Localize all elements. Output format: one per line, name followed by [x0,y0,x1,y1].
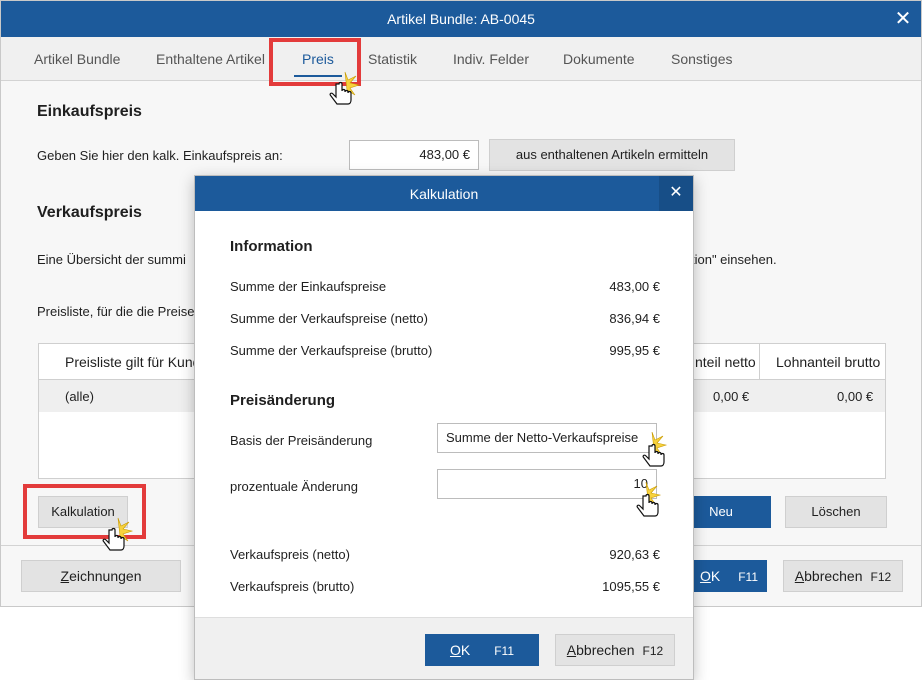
ok-label: K [710,568,721,584]
loeschen-button[interactable]: Löschen [785,496,887,528]
dialog-ok-mnemonic: O [449,642,461,658]
dialog-title: Kalkulation [409,186,479,202]
abbrechen-label: bbrechen [804,568,863,584]
window-titlebar: Artikel Bundle: AB-0045 ✕ [1,1,921,37]
verkaufspreis-heading: Verkaufspreis [37,204,142,221]
ermitteln-button[interactable]: aus enthaltenen Artikeln ermitteln [489,139,735,171]
ok-shortcut: F11 [738,570,759,584]
window-title: Artikel Bundle: AB-0045 [387,11,535,27]
tab-bar: Artikel Bundle Enthaltene Artikel Preis … [1,37,921,81]
information-heading: Information [230,238,313,255]
verkaufspreis-description-end: tion" einsehen. [691,252,777,267]
tab-sonstiges[interactable]: Sonstiges [671,51,732,67]
einkaufspreis-input[interactable]: 483,00 € [349,140,479,170]
zeichnungen-button[interactable]: Zeichnungen [21,560,181,592]
dialog-body: Information Summe der Einkaufspreise 483… [195,211,693,617]
verkaufspreis-brutto-value: 1095,55 € [602,579,660,594]
abbrechen-button[interactable]: Abbrechen F12 [783,560,903,592]
dialog-abbrechen-shortcut: F12 [642,644,664,658]
close-icon[interactable]: ✕ [659,176,693,211]
grid-header-lohnanteil-brutto[interactable]: Lohnanteil brutto [776,354,880,370]
abbrechen-mnemonic: A [794,568,805,584]
dialog-footer: OK F11 Abbrechen F12 [195,617,693,679]
tab-dokumente[interactable]: Dokumente [563,51,635,67]
preisliste-label: Preisliste, für die die Preise [37,304,195,319]
dialog-abbrechen-label: bbrechen [576,642,635,658]
verkaufspreis-brutto-label: Verkaufspreis (brutto) [230,579,355,594]
ok-button[interactable]: OK F11 [691,560,767,592]
tab-indiv-felder[interactable]: Indiv. Felder [453,51,529,67]
click-cursor-icon [102,517,134,551]
click-cursor-icon [636,482,662,517]
summe-verkaufspreise-netto-label: Summe der Verkaufspreise (netto) [230,311,428,326]
tab-statistik[interactable]: Statistik [368,51,417,67]
tab-artikel-bundle[interactable]: Artikel Bundle [34,51,120,67]
verkaufspreis-description: Eine Übersicht der summi [37,252,186,267]
kalkulation-dialog: Kalkulation ✕ Information Summe der Eink… [194,175,694,680]
click-cursor-icon [329,71,361,105]
dialog-ok-button[interactable]: OK F11 [425,634,539,666]
close-icon[interactable]: ✕ [885,1,921,37]
grid-header-preisliste[interactable]: Preisliste gilt für Kund [65,354,200,370]
preisaenderung-heading: Preisänderung [230,392,336,409]
zeichnungen-mnemonic: Z [60,568,70,584]
grid-cell-lohnanteil-brutto: 0,00 € [837,389,874,404]
dialog-ok-label: K [460,642,471,658]
basis-select[interactable]: Summe der Netto-Verkaufspreise [437,423,657,453]
grid-cell-lohnanteil-netto: 0,00 € [713,389,750,404]
prozent-input[interactable]: 10 [437,469,657,499]
dialog-abbrechen-mnemonic: A [566,642,577,658]
dialog-ok-shortcut: F11 [494,644,515,658]
dialog-abbrechen-button[interactable]: Abbrechen F12 [555,634,675,666]
ok-mnemonic: O [699,568,711,584]
grid-cell-preisliste: (alle) [65,389,94,404]
summe-verkaufspreise-brutto-value: 995,95 € [609,343,660,358]
click-cursor-icon [642,432,668,467]
verkaufspreis-netto-value: 920,63 € [609,547,660,562]
verkaufspreis-netto-label: Verkaufspreis (netto) [230,547,350,562]
grid-header-lohnanteil-netto[interactable]: nteil netto [695,354,756,370]
einkaufspreis-heading: Einkaufspreis [37,103,142,120]
dialog-titlebar: Kalkulation ✕ [195,176,693,211]
basis-label: Basis der Preisänderung [230,433,373,448]
einkaufspreis-prompt: Geben Sie hier den kalk. Einkaufspreis a… [37,148,283,163]
summe-verkaufspreise-netto-value: 836,94 € [609,311,660,326]
zeichnungen-label: eichnungen [69,568,142,584]
summe-einkaufspreise-value: 483,00 € [609,279,660,294]
abbrechen-shortcut: F12 [870,570,892,584]
summe-einkaufspreise-label: Summe der Einkaufspreise [230,279,387,294]
summe-verkaufspreise-brutto-label: Summe der Verkaufspreise (brutto) [230,343,433,358]
prozent-label: prozentuale Änderung [230,479,358,494]
grid-column-divider [759,344,760,380]
tab-enthaltene-artikel[interactable]: Enthaltene Artikel [156,51,265,67]
